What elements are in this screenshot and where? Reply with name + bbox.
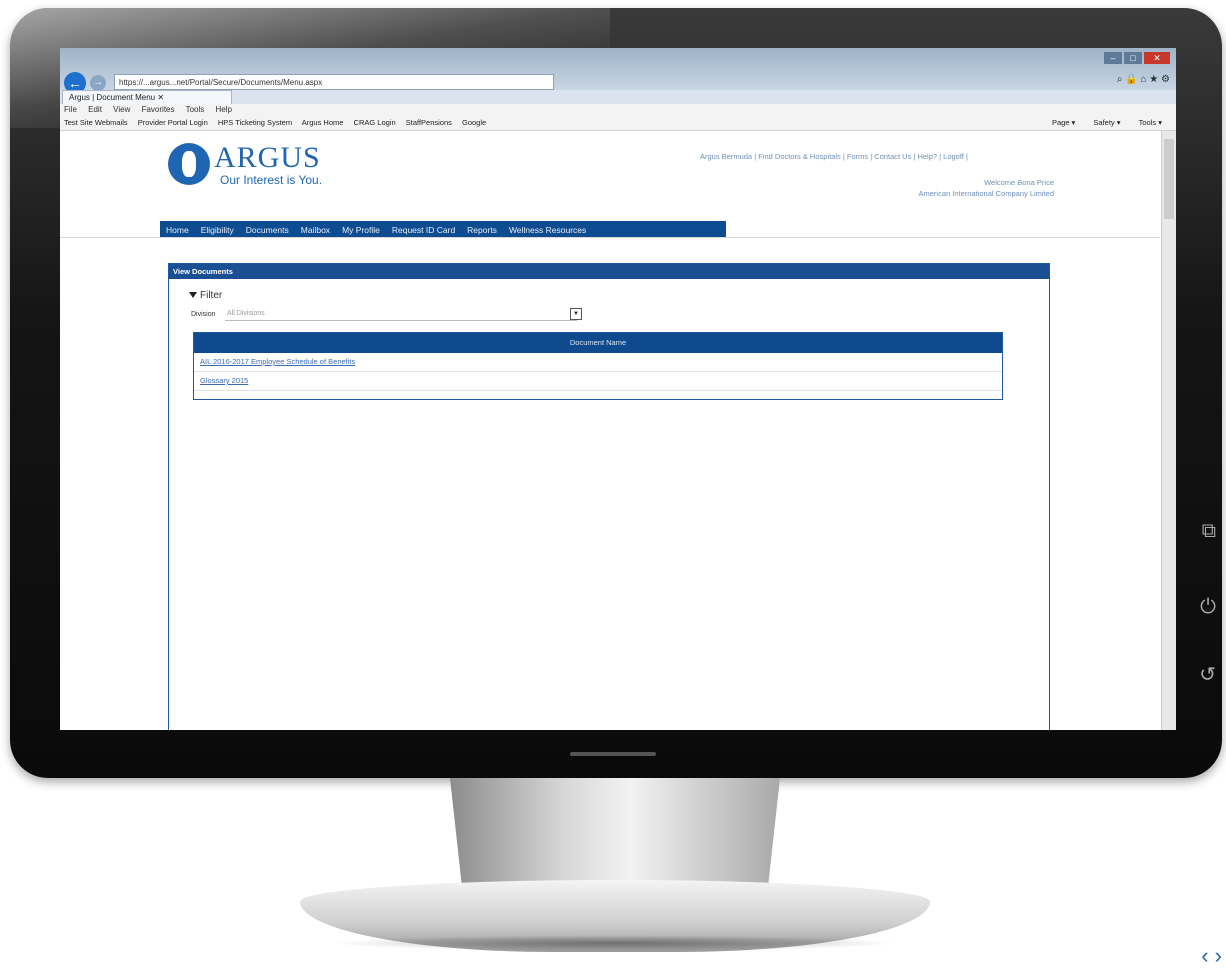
menu-view[interactable]: View [113, 105, 130, 114]
fav-provider-portal[interactable]: Provider Portal Login [138, 118, 208, 127]
chevron-down-icon[interactable]: ▼ [570, 308, 582, 320]
window-controls: – □ ✕ [1102, 52, 1170, 64]
menu-help[interactable]: Help [216, 105, 232, 114]
filter-label: Filter [200, 290, 223, 301]
maximize-button[interactable]: □ [1124, 52, 1142, 64]
command-bar: Page ▾ Safety ▾ Tools ▾ [1044, 116, 1170, 130]
browser-window: ← → https://...argus...net/Portal/Secure… [60, 48, 1176, 730]
nav-request-id-card[interactable]: Request ID Card [392, 225, 455, 235]
tab-strip: Argus | Document Menu ✕ [60, 90, 1176, 104]
address-bar[interactable]: https://...argus...net/Portal/Secure/Doc… [114, 74, 554, 90]
nav-reports[interactable]: Reports [467, 225, 497, 235]
filter-icon [189, 292, 197, 299]
fav-test-site[interactable]: Test Site Webmails [64, 118, 128, 127]
division-label: Division [191, 311, 216, 318]
welcome-user: Welcome Bona Price [984, 178, 1054, 187]
settings-gear-icon[interactable]: ⚙ [1161, 74, 1170, 85]
nav-home[interactable]: Home [166, 225, 189, 235]
view-documents-panel: View Documents Filter Division All Divis… [168, 263, 1050, 730]
fav-crag-login[interactable]: CRAG Login [354, 118, 396, 127]
stand-shadow [330, 935, 900, 951]
lock-icon[interactable]: 🔒 [1125, 74, 1137, 85]
menu-file[interactable]: File [64, 105, 77, 114]
table-header: Document Name [194, 333, 1002, 353]
panel-title: View Documents [169, 264, 1049, 279]
back-icon: ↺ [1199, 664, 1216, 686]
forward-button[interactable]: → [90, 75, 106, 91]
minimize-button[interactable]: – [1104, 52, 1122, 64]
main-nav: Home Eligibility Documents Mailbox My Pr… [160, 221, 726, 238]
nav-documents[interactable]: Documents [246, 225, 289, 235]
nav-mailbox[interactable]: Mailbox [301, 225, 330, 235]
menu-bar: File Edit View Favorites Tools Help [60, 104, 1176, 116]
page-scrollbar[interactable] [1161, 131, 1176, 730]
fav-google[interactable]: Google [462, 118, 486, 127]
filter-toggle[interactable]: Filter [189, 290, 222, 301]
fav-argus-home[interactable]: Argus Home [302, 118, 344, 127]
welcome-company: American International Company Limited [918, 189, 1054, 198]
tab-title: Argus | Document Menu [69, 93, 156, 102]
nav-my-profile[interactable]: My Profile [342, 225, 380, 235]
web-page: ARGUS Our Interest is You. Argus Bermuda… [60, 131, 1160, 730]
chevron-pair-icon: ‹ › [1201, 943, 1222, 968]
favorites-bar: Test Site Webmails Provider Portal Login… [60, 116, 1176, 131]
document-link[interactable]: Glossary 2015 [194, 372, 1002, 391]
division-select[interactable]: All Divisions [225, 308, 577, 321]
welcome-block: Welcome Bona Price American Internationa… [919, 177, 1054, 199]
scrollbar-thumb[interactable] [1164, 139, 1174, 219]
nav-wellness-resources[interactable]: Wellness Resources [509, 225, 586, 235]
fav-staff-pensions[interactable]: StaffPensions [406, 118, 452, 127]
cmd-tools[interactable]: Tools ▾ [1139, 118, 1162, 127]
logo-tagline: Our Interest is You. [220, 173, 323, 187]
home-icon[interactable]: ⌂ [1140, 74, 1146, 85]
browser-titlebar: ← → https://...argus...net/Portal/Secure… [60, 48, 1176, 94]
top-links[interactable]: Argus Bermuda | Find Doctors & Hospitals… [700, 151, 1070, 162]
power-icon: ⏻ [1200, 596, 1216, 618]
cmd-page[interactable]: Page ▾ [1052, 118, 1075, 127]
menu-favorites[interactable]: Favorites [142, 105, 175, 114]
menu-tools[interactable]: Tools [186, 105, 205, 114]
nav-eligibility[interactable]: Eligibility [201, 225, 234, 235]
browser-tab[interactable]: Argus | Document Menu ✕ [62, 90, 232, 104]
window-icon: ⧉ [1201, 520, 1216, 542]
menu-edit[interactable]: Edit [88, 105, 102, 114]
browser-toolbar-icons: ⌕ 🔒 ⌂ ★ ⚙ [1117, 74, 1170, 85]
logo-name: ARGUS [214, 141, 321, 174]
argus-logo-icon [168, 143, 210, 185]
documents-table: Document Name AIL 2016-2017 Employee Sch… [193, 332, 1003, 400]
header-divider [60, 237, 1160, 238]
favorites-star-icon[interactable]: ★ [1149, 74, 1158, 85]
document-link[interactable]: AIL 2016-2017 Employee Schedule of Benef… [194, 353, 1002, 372]
search-icon[interactable]: ⌕ [1117, 74, 1123, 85]
fav-hps-ticketing[interactable]: HPS Ticketing System [218, 118, 292, 127]
close-button[interactable]: ✕ [1144, 52, 1170, 64]
bezel-indicator [570, 752, 656, 756]
cmd-safety[interactable]: Safety ▾ [1093, 118, 1120, 127]
